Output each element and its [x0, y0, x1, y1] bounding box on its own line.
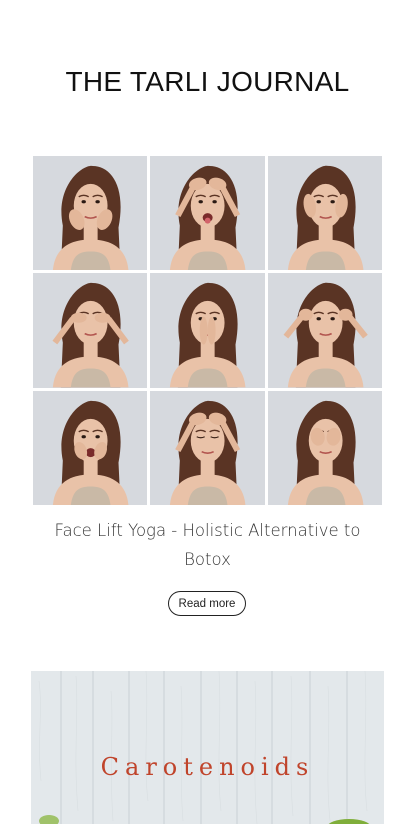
- carotenoids-label: Carotenoids: [100, 753, 315, 781]
- face-yoga-photo: [33, 273, 148, 388]
- face-yoga-photo: [267, 390, 382, 505]
- face-yoga-photo: [267, 273, 382, 388]
- face-yoga-photo: [33, 156, 148, 271]
- carotenoids-card-image[interactable]: Carotenoids: [31, 671, 384, 824]
- face-yoga-photo: [267, 156, 382, 271]
- face-yoga-photo: [33, 390, 148, 505]
- face-yoga-photo: [150, 390, 265, 505]
- wood-plank-background: [31, 671, 384, 824]
- face-yoga-photo: [150, 156, 265, 271]
- journal-title: THE TARLI JOURNAL: [65, 66, 350, 97]
- face-yoga-photo: [150, 273, 265, 388]
- read-more-button[interactable]: Read more: [168, 591, 246, 616]
- post-title[interactable]: Face Lift Yoga - Holistic Alternative to…: [40, 516, 375, 574]
- face-yoga-photo-grid[interactable]: [33, 156, 382, 505]
